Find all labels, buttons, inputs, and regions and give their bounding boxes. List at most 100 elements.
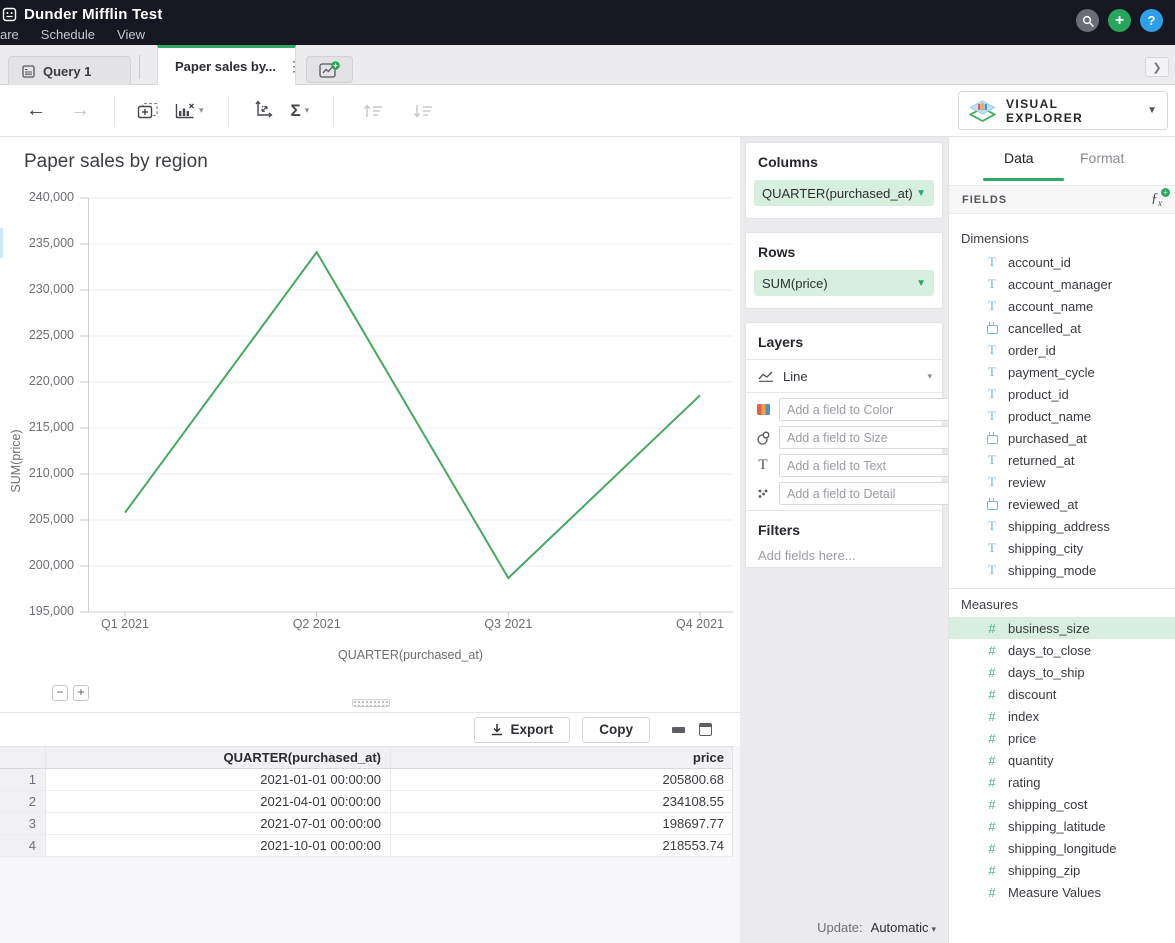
field-item-days_to_ship[interactable]: #days_to_ship (949, 661, 1175, 683)
line-chart-icon (758, 371, 774, 382)
sort-descending-button[interactable] (412, 103, 434, 119)
zoom-in-button[interactable]: + (73, 685, 89, 701)
zoom-out-button[interactable]: − (52, 685, 68, 701)
color-icon (757, 404, 770, 415)
visual-explorer-dropdown[interactable]: VISUAL EXPLORER ▼ (958, 91, 1168, 130)
field-item-reviewed_at[interactable]: reviewed_at (949, 493, 1175, 515)
export-button[interactable]: Export (474, 717, 570, 743)
shelf-panel: Columns QUARTER(purchased_at) ▼ Rows SUM… (740, 137, 948, 943)
menu-bar: are Schedule View (0, 27, 145, 42)
field-item-price[interactable]: #price (949, 727, 1175, 749)
remove-chart-button[interactable]: ▾ (175, 102, 204, 120)
tab-kebab-menu[interactable]: ⋮ (287, 58, 301, 75)
table-row[interactable]: 42021-10-01 00:00:00218553.74 (0, 835, 732, 857)
add-field-to-detail-input[interactable] (779, 482, 956, 505)
field-item-quantity[interactable]: #quantity (949, 749, 1175, 771)
field-item-returned_at[interactable]: Treturned_at (949, 449, 1175, 471)
tab-format[interactable]: Format (1080, 150, 1124, 166)
field-item-discount[interactable]: #discount (949, 683, 1175, 705)
y-tick-label: 200,000 (0, 558, 74, 572)
field-item-rating[interactable]: #rating (949, 771, 1175, 793)
field-item-order_id[interactable]: Torder_id (949, 339, 1175, 361)
field-item-purchased_at[interactable]: purchased_at (949, 427, 1175, 449)
table-row[interactable]: 12021-01-01 00:00:00205800.68 (0, 769, 732, 791)
column-header[interactable]: QUARTER(purchased_at) (45, 747, 390, 768)
aggregate-button[interactable]: Σ ▾ (291, 101, 310, 121)
x-tick-label: Q4 2021 (655, 617, 745, 631)
tab-data[interactable]: Data (1004, 150, 1034, 166)
add-calculated-field-button[interactable]: ƒx+ (1151, 191, 1162, 208)
results-table[interactable]: QUARTER(purchased_at)price12021-01-01 00… (0, 746, 733, 857)
text-type-icon: T (988, 276, 996, 292)
layer-type-dropdown[interactable]: Line ▾ (746, 360, 942, 393)
panel-resize-handle[interactable] (352, 699, 390, 707)
table-cell: 205800.68 (390, 769, 733, 790)
row-number-cell: 3 (0, 813, 45, 834)
dimensions-list: Taccount_idTaccount_managerTaccount_name… (949, 251, 1175, 581)
field-item-shipping_latitude[interactable]: #shipping_latitude (949, 815, 1175, 837)
minimize-results-icon[interactable] (672, 727, 685, 733)
field-item-account_id[interactable]: Taccount_id (949, 251, 1175, 273)
field-item-product_name[interactable]: Tproduct_name (949, 405, 1175, 427)
add-field-to-text-input[interactable] (779, 454, 956, 477)
tab-paper-sales[interactable]: Paper sales by... ⋮ (157, 45, 296, 85)
field-item-account_manager[interactable]: Taccount_manager (949, 273, 1175, 295)
row-number-header[interactable] (0, 747, 45, 768)
menu-schedule[interactable]: Schedule (41, 27, 95, 42)
field-item-review[interactable]: Treview (949, 471, 1175, 493)
swap-axes-button[interactable] (253, 101, 273, 120)
rows-pill[interactable]: SUM(price) ▼ (754, 270, 934, 296)
help-button[interactable]: ? (1140, 9, 1163, 32)
add-chart-button[interactable] (137, 102, 159, 120)
chevron-down-icon[interactable]: ▼ (916, 278, 926, 289)
table-cell: 2021-01-01 00:00:00 (45, 769, 390, 790)
menu-share[interactable]: are (0, 27, 19, 42)
add-field-to-color-input[interactable] (779, 398, 956, 421)
field-item-cancelled_at[interactable]: cancelled_at (949, 317, 1175, 339)
field-item-shipping_mode[interactable]: Tshipping_mode (949, 559, 1175, 581)
field-item-shipping_zip[interactable]: #shipping_zip (949, 859, 1175, 881)
rows-shelf: Rows SUM(price) ▼ (745, 232, 943, 309)
add-field-to-size-input[interactable] (779, 426, 956, 449)
text-type-icon: T (988, 518, 996, 534)
table-row[interactable]: 22021-04-01 00:00:00234108.55 (0, 791, 732, 813)
maximize-results-icon[interactable] (699, 723, 712, 736)
fields-section-label: FIELDS (962, 194, 1007, 206)
tab-overflow-button[interactable]: ❯ (1145, 57, 1169, 77)
field-item-business_size[interactable]: #business_size (949, 617, 1175, 639)
chevron-down-icon[interactable]: ▼ (916, 188, 926, 199)
field-item-index[interactable]: #index (949, 705, 1175, 727)
number-type-icon: # (988, 643, 995, 658)
field-item-product_id[interactable]: Tproduct_id (949, 383, 1175, 405)
field-item-days_to_close[interactable]: #days_to_close (949, 639, 1175, 661)
filters-placeholder: Add fields here... (746, 538, 942, 563)
table-row[interactable]: 32021-07-01 00:00:00198697.77 (0, 813, 732, 835)
field-item-account_name[interactable]: Taccount_name (949, 295, 1175, 317)
question-icon: ? (1148, 13, 1156, 28)
copy-button[interactable]: Copy (582, 717, 650, 743)
visual-explorer-logo (969, 99, 996, 123)
undo-back-button[interactable]: ← (26, 99, 46, 122)
field-item-shipping_address[interactable]: Tshipping_address (949, 515, 1175, 537)
redo-forward-button[interactable]: → (70, 99, 90, 122)
update-mode-dropdown[interactable]: Automatic▾ (871, 920, 936, 935)
field-item-shipping_longitude[interactable]: #shipping_longitude (949, 837, 1175, 859)
field-label: shipping_cost (1008, 797, 1088, 812)
chevron-down-icon: ▼ (1147, 105, 1157, 116)
sum-price-line-series[interactable] (125, 252, 700, 578)
search-button[interactable] (1076, 9, 1099, 32)
menu-view[interactable]: View (117, 27, 145, 42)
tab-query-1[interactable]: Query 1 (8, 56, 131, 85)
columns-pill[interactable]: QUARTER(purchased_at) ▼ (754, 180, 934, 206)
line-chart-plot[interactable] (80, 188, 733, 620)
field-item-shipping_cost[interactable]: #shipping_cost (949, 793, 1175, 815)
field-item-payment_cycle[interactable]: Tpayment_cycle (949, 361, 1175, 383)
field-label: product_id (1008, 387, 1069, 402)
column-header[interactable]: price (390, 747, 733, 768)
add-button[interactable]: + (1108, 9, 1131, 32)
field-item-shipping_city[interactable]: Tshipping_city (949, 537, 1175, 559)
sort-ascending-button[interactable] (362, 103, 384, 119)
filters-shelf[interactable]: Filters Add fields here... (745, 510, 943, 568)
new-chart-tab-button[interactable] (306, 56, 353, 83)
field-item-measure-values[interactable]: #Measure Values (949, 881, 1175, 903)
